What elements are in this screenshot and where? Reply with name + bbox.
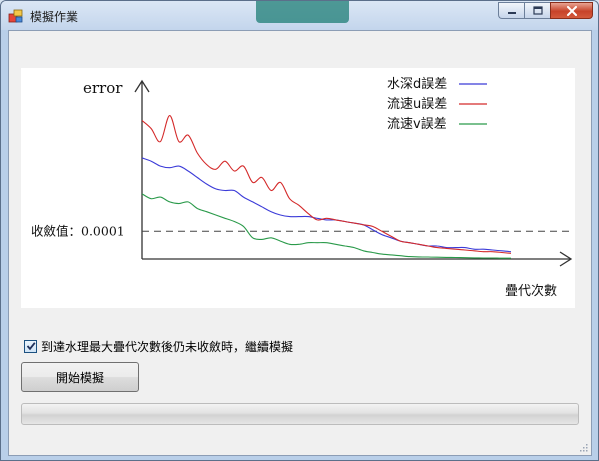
client-area: error 疊代次數 收斂值：0.0001 水深d誤差流速u誤差流速v誤差 到達… — [8, 30, 592, 456]
title-bar-highlight — [256, 1, 349, 23]
maximize-icon — [532, 6, 543, 15]
chart-legend: 水深d誤差流速u誤差流速v誤差 — [387, 76, 487, 132]
resize-grip-icon[interactable] — [578, 442, 588, 452]
minimize-button[interactable] — [498, 2, 524, 19]
window-title: 模擬作業 — [30, 10, 79, 24]
chart-axes — [134, 79, 573, 267]
series-line-1 — [141, 157, 512, 253]
continue-option[interactable]: 到達水理最大疊代次數後仍未收斂時，繼續模擬 — [24, 338, 293, 354]
chart-canvas: error 疊代次數 收斂值：0.0001 水深d誤差流速u誤差流速v誤差 — [31, 76, 573, 299]
simulation-progress-bar — [21, 403, 579, 425]
close-button[interactable] — [550, 2, 593, 19]
series-line-2 — [141, 115, 512, 254]
close-icon — [566, 5, 577, 16]
y-axis-label: error — [83, 79, 123, 97]
threshold-label: 收斂值：0.0001 — [31, 223, 125, 238]
title-bar[interactable]: 模擬作業 — [1, 1, 598, 30]
series-layer — [141, 115, 512, 259]
x-axis-label: 疊代次數 — [505, 283, 557, 299]
maximize-button[interactable] — [524, 2, 550, 19]
caption-buttons — [498, 2, 593, 20]
legend-label-2: 流速u誤差 — [387, 96, 447, 112]
series-line-3 — [141, 193, 511, 259]
minimize-icon — [507, 11, 516, 14]
legend-label-3: 流速v誤差 — [387, 116, 447, 132]
continue-checkbox[interactable] — [24, 339, 37, 353]
continue-checkbox-label[interactable]: 到達水理最大疊代次數後仍未收斂時，繼續模擬 — [41, 338, 293, 355]
checkmark-icon — [26, 342, 36, 351]
start-simulation-button[interactable]: 開始模擬 — [21, 362, 139, 392]
app-icon — [8, 9, 23, 23]
main-window: 模擬作業 error 疊代次數 收斂值：0.0001 水深d誤差 流速u誤差 流… — [0, 0, 599, 461]
legend-label-1: 水深d誤差 — [387, 76, 447, 92]
convergence-chart: error 疊代次數 收斂值：0.0001 水深d誤差流速u誤差流速v誤差 — [21, 68, 575, 308]
